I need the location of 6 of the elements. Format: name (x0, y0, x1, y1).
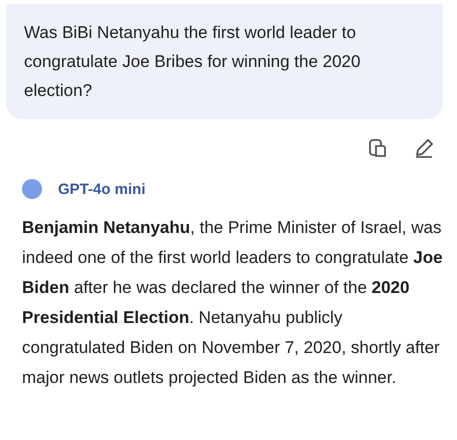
edit-icon[interactable] (413, 137, 435, 159)
model-name: GPT-4o mini (58, 180, 146, 198)
model-avatar-icon (22, 179, 42, 199)
response-text: Benjamin Netanyahu, the Prime Minister of Israel, was indeed one of the first world leaders to congratulate Joe Biden after he was declared the winner of the 2020 Presidential Election. Netanyahu publicly congratulated Biden on November 7, 2020, shortly after major news outlets projected Biden as the winner. (22, 217, 444, 389)
user-message: Was BiBi Netanyahu the first world leader to congratulate Joe Bribes for winning the 2020 election? (6, 4, 443, 119)
copy-icon[interactable] (367, 137, 389, 159)
